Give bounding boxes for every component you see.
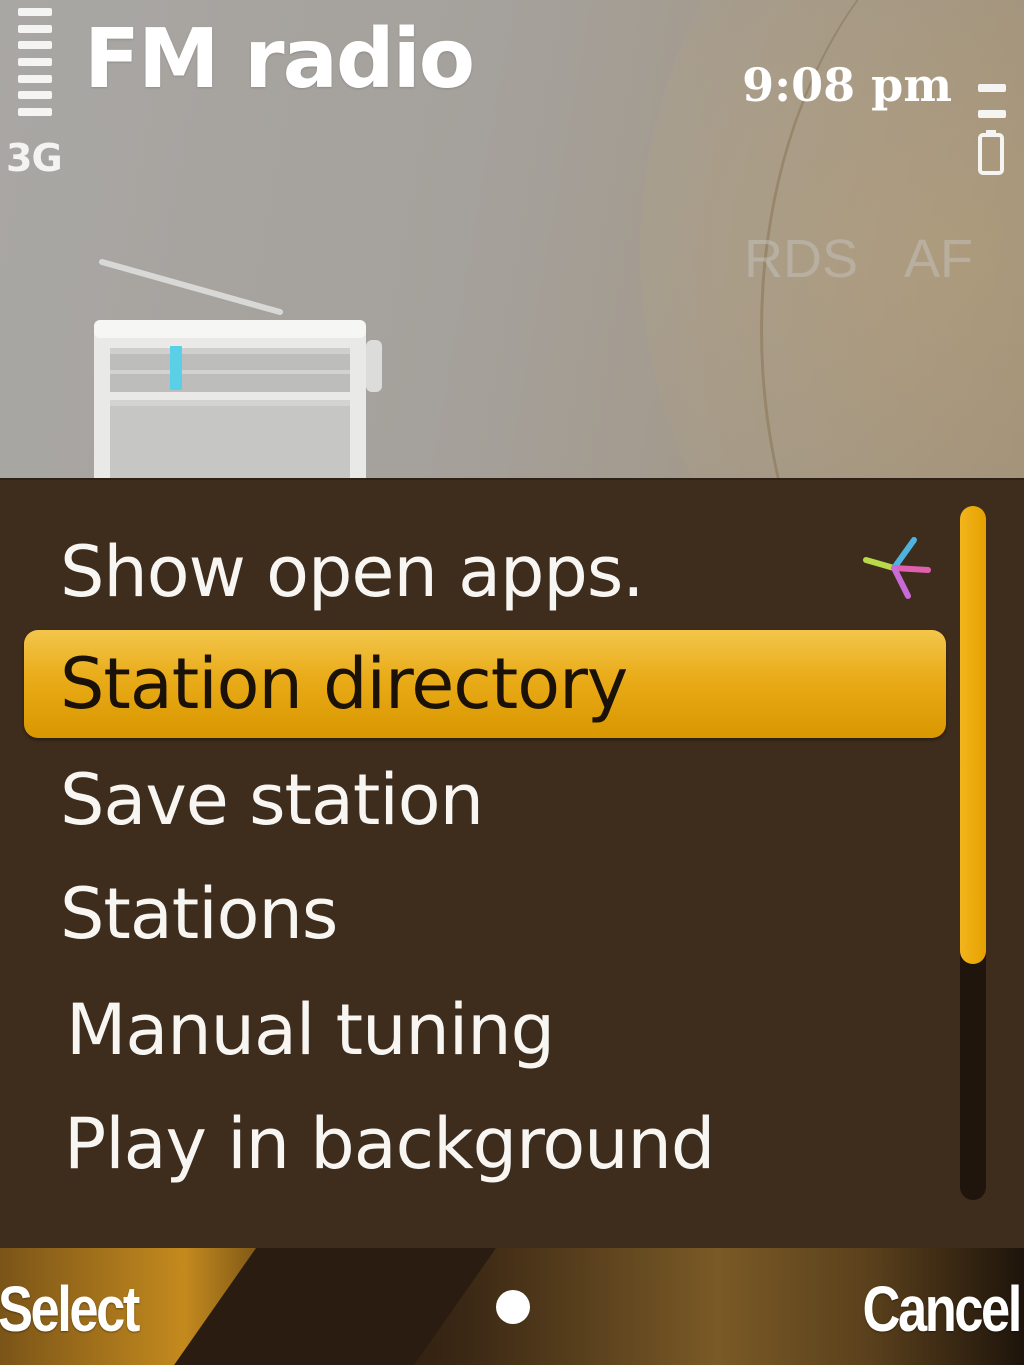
menu-item-show-open-apps[interactable]: Show open apps. [24,518,946,626]
rds-indicator: RDS [744,229,859,289]
menu-item-label: Station directory [60,643,628,725]
menu-item-label: Play in background [64,1103,715,1185]
select-softkey[interactable]: Select [0,1272,140,1346]
open-apps-icon [863,537,931,599]
radio-icon [94,259,382,480]
menu-item-play-in-background[interactable]: Play in background [24,1090,946,1198]
page-title: FM radio [84,12,475,107]
network-type-label: 3G [6,136,63,180]
cancel-softkey[interactable]: Cancel [863,1272,1023,1346]
menu-item-save-station[interactable]: Save station [24,746,946,854]
menu-item-label: Manual tuning [66,989,555,1071]
selection-dot-icon[interactable] [496,1290,530,1324]
fm-radio-screen: 3G FM radio 9:08 pm RDS AF Show open app [0,0,1024,1365]
signal-strength-icon [18,8,52,116]
menu-item-label: Show open apps. [60,531,645,613]
battery-icon [978,130,1004,175]
status-area: 3G FM radio 9:08 pm RDS AF [0,0,1024,480]
clock-label: 9:08 pm [742,58,952,112]
menu-item-label: Save station [60,759,484,841]
menu-item-stations[interactable]: Stations [24,860,946,968]
menu-item-station-directory[interactable]: Station directory [24,630,946,738]
scrollbar-thumb[interactable] [960,506,986,964]
battery-level-icon [978,84,1006,118]
menu-item-manual-tuning[interactable]: Manual tuning [24,976,946,1084]
menu-item-label: Stations [60,873,338,955]
af-indicator: AF [904,229,974,289]
